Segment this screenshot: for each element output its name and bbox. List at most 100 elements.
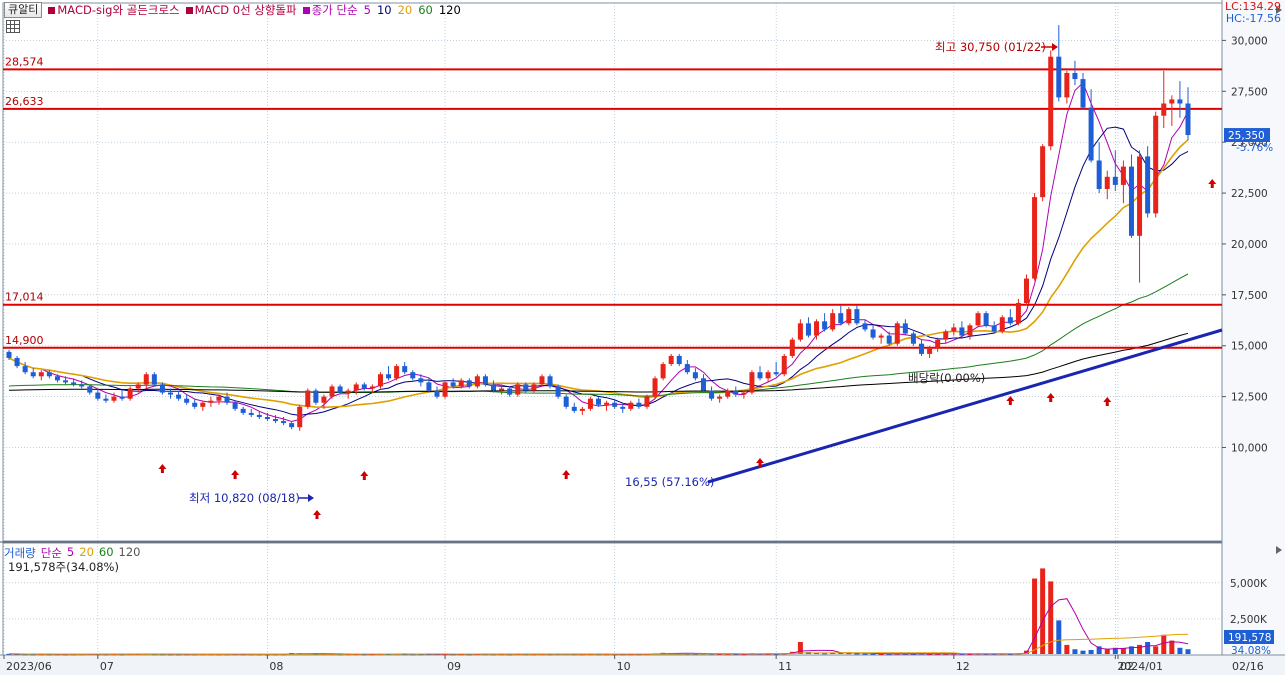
candle-body	[1104, 176, 1110, 189]
trend-annotation: 16,55 (57.16%)	[625, 475, 714, 489]
candle-body	[272, 419, 278, 422]
candle-body	[999, 317, 1005, 332]
candle-body	[426, 382, 432, 391]
candle-body	[30, 372, 36, 377]
date-tick-label: 11	[778, 660, 792, 673]
candle-body	[1048, 56, 1054, 147]
candle-body	[216, 396, 222, 401]
legend-label: 종가 단순	[311, 3, 358, 17]
candle-body	[862, 323, 868, 330]
candle-body	[192, 402, 198, 407]
date-tick-label: 12	[956, 660, 970, 673]
current-volume-label: 191,578	[1228, 632, 1271, 644]
candle-body	[135, 384, 141, 389]
candle-body	[951, 327, 957, 332]
candle-body	[781, 355, 787, 375]
candle-body	[434, 390, 440, 397]
candle-body	[119, 396, 125, 399]
candle-body	[628, 402, 634, 409]
date-tick-label: 07	[100, 660, 114, 673]
volume-bar	[1064, 644, 1070, 654]
current-change-label: -5.76%	[1236, 142, 1273, 154]
candle-body	[886, 335, 892, 344]
legend-item-macd-golden[interactable]: MACD-sig와 골든크로스	[48, 2, 180, 18]
level-label: 26,633	[5, 95, 44, 108]
candle-body	[442, 382, 448, 397]
stock-selector-button[interactable]: 큐알티	[4, 2, 43, 18]
candle-body	[765, 372, 771, 379]
candle-body	[507, 388, 513, 395]
candle-body	[692, 372, 698, 379]
candle-body	[959, 327, 965, 336]
table-view-icon[interactable]	[6, 20, 20, 33]
candle-body	[329, 386, 335, 397]
volume-bar	[1088, 649, 1094, 654]
candle-body	[943, 331, 949, 340]
stock-chart: 30,000 27,500 25,000 22,500 20,000 17,500 15,0…	[0, 0, 1285, 675]
volume-bar	[862, 653, 868, 655]
level-label: 17,014	[5, 291, 44, 304]
candle-body	[1112, 176, 1118, 185]
candle-body	[612, 402, 618, 407]
candle-body	[353, 384, 359, 391]
candle-body	[1128, 166, 1134, 236]
volume-bar	[1104, 649, 1110, 654]
candle-body	[870, 329, 876, 338]
candle-body	[563, 396, 569, 407]
legend-item-macd-zero[interactable]: MACD 0선 상향돌파	[185, 2, 297, 18]
candle-body	[878, 335, 884, 338]
candle-body	[700, 378, 706, 391]
volume-legend-label: 거래량	[4, 546, 36, 560]
candle-body	[1080, 79, 1086, 108]
candle-body	[38, 372, 44, 377]
candle-body	[474, 376, 480, 387]
candle-body	[902, 323, 908, 334]
volume-bar	[854, 653, 860, 655]
legend-item-ma[interactable]: 종가 단순	[302, 2, 358, 18]
legend-marker-icon	[48, 7, 56, 14]
legend-ma5: 5	[363, 3, 371, 17]
candle-body	[1007, 317, 1013, 324]
volume-bar	[1177, 647, 1183, 654]
candle-body	[79, 384, 85, 387]
volume-bar	[870, 653, 876, 655]
volume-bar	[1153, 646, 1159, 654]
candle-body	[361, 384, 367, 389]
candle-body	[523, 384, 529, 391]
volume-bar	[1137, 644, 1143, 654]
candle-body	[1072, 72, 1078, 80]
candle-body	[620, 406, 626, 409]
date-tick-label: 2023/06	[6, 660, 52, 673]
candle-body	[919, 343, 925, 354]
candle-body	[854, 309, 860, 324]
hc-readout: HC:-17.56	[1225, 12, 1281, 25]
volume-tick-label: 2,500K	[1230, 614, 1268, 626]
candle-body	[458, 380, 464, 387]
legend-marker-icon	[302, 7, 310, 14]
candle-body	[305, 390, 311, 407]
volume-bar	[1161, 634, 1167, 654]
candle-body	[281, 421, 287, 424]
candle-body	[773, 372, 779, 375]
candle-body	[935, 339, 941, 348]
candle-body	[176, 394, 182, 399]
candle-body	[321, 396, 327, 403]
candle-body	[418, 378, 424, 383]
candle-body	[1161, 103, 1167, 116]
candle-body	[1056, 56, 1062, 98]
level-label: 14,900	[5, 334, 44, 347]
volume-bar	[1072, 649, 1078, 654]
legend-ma20: 20	[397, 3, 413, 17]
candle-body	[103, 398, 109, 401]
date-tick-label: 08	[269, 660, 283, 673]
candle-body	[1169, 99, 1175, 104]
legend-label: MACD-sig와 골든크로스	[57, 3, 180, 17]
candle-body	[660, 364, 666, 379]
candle-body	[264, 416, 270, 420]
candle-body	[256, 414, 262, 417]
date-end-label: 02/16	[1232, 660, 1264, 673]
candle-body	[789, 339, 795, 356]
volume-bar	[1120, 648, 1126, 654]
candle-body	[571, 406, 577, 411]
candle-body	[975, 313, 981, 326]
